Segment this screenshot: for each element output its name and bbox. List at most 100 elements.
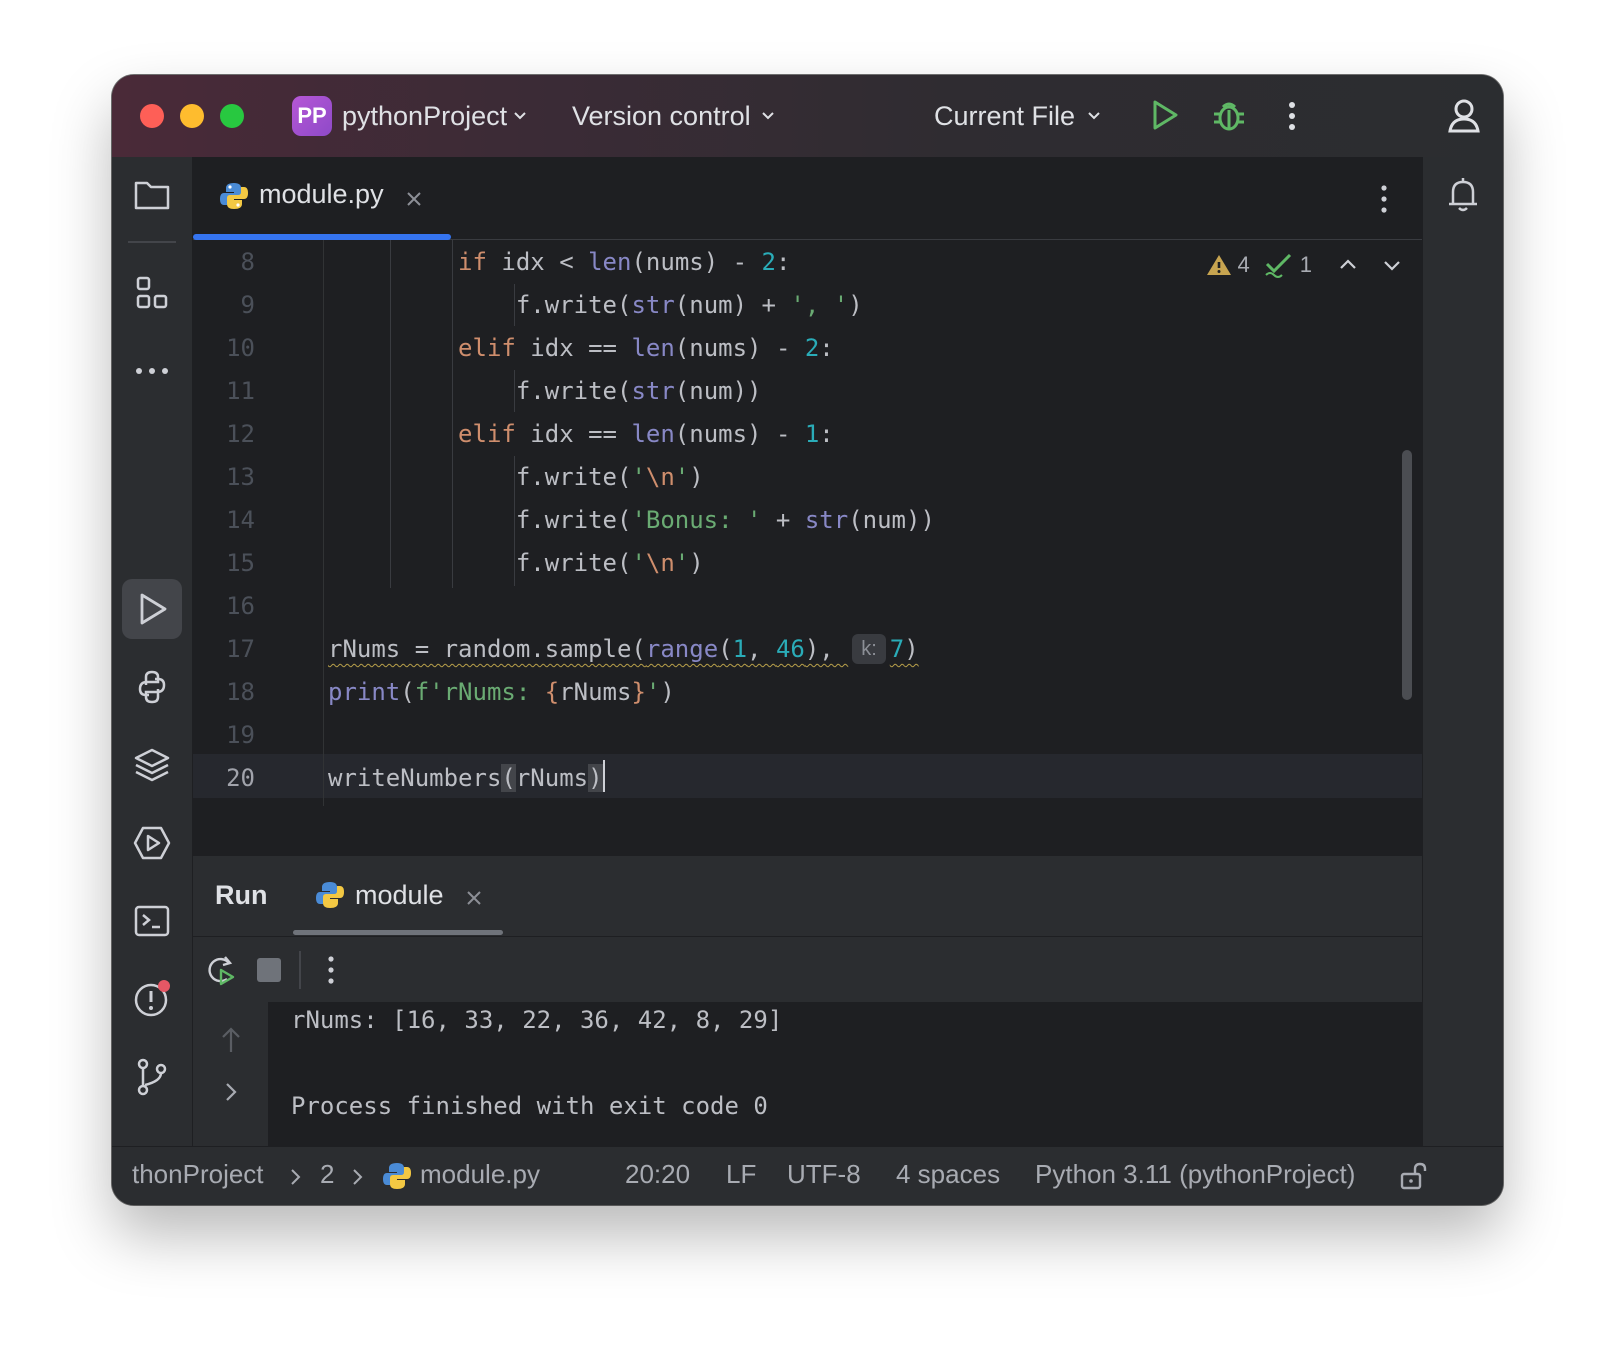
inspection-widget[interactable]: 4 1 [1206,250,1405,280]
line-number: 18 [226,678,255,706]
line-number: 15 [226,549,255,577]
breadcrumb-file[interactable]: module.py [420,1159,540,1190]
python-file-icon [220,183,248,209]
run-tool-window: Run module rNums: [16, 33, 22, 36, 42, 8… [193,855,1422,1147]
check-icon [1265,253,1291,278]
notifications-button[interactable] [1443,175,1483,215]
caret-position[interactable]: 20:20 [625,1159,690,1190]
close-icon[interactable] [465,889,483,907]
console-output[interactable]: rNums: [16, 33, 22, 36, 42, 8, 29] Proce… [193,1002,1422,1147]
line-number-current: 20 [226,764,255,792]
code-line: print(f'rNums: {rNums}') [328,678,675,706]
close-window-button[interactable] [140,104,164,128]
line-number: 14 [226,506,255,534]
code-line: f.write('\n') [328,549,704,577]
project-badge[interactable]: PP [292,96,332,136]
line-number: 8 [240,248,255,276]
chevron-right-icon [353,1169,363,1185]
run-configuration-selector[interactable]: Current File [934,99,1075,133]
warning-count: 4 [1237,252,1250,277]
python-console-tool-button[interactable] [132,667,172,707]
indent-setting[interactable]: 4 spaces [896,1159,1000,1190]
more-actions-icon[interactable] [321,953,341,987]
line-number: 12 [226,420,255,448]
problems-tool-button[interactable] [132,979,172,1019]
line-number: 9 [240,291,255,319]
bell-icon [1449,178,1477,212]
editor-tab-bar: module.py [193,157,1422,240]
chevron-down-icon[interactable] [1086,108,1102,124]
code-line: if idx < len(nums) - 2: [458,248,791,276]
version-control-menu[interactable]: Version control [572,99,751,133]
zoom-window-button[interactable] [220,104,244,128]
file-encoding[interactable]: UTF-8 [787,1159,861,1190]
tab-options-icon[interactable] [1374,182,1394,216]
code-line: f.write(str(num) + ', ') [328,291,863,319]
rerun-icon[interactable] [203,953,237,987]
python-file-icon [383,1163,411,1189]
warning-icon [1206,255,1231,275]
problems-icon [134,980,170,1017]
run-toolbar [193,936,1422,1003]
folder-icon [134,181,170,210]
chevron-down-icon[interactable] [760,108,776,124]
arrow-up-icon[interactable] [219,1026,243,1054]
toolbar-separator [299,951,301,989]
line-number: 10 [226,334,255,362]
python-console-icon [138,670,166,704]
more-actions-icon[interactable] [1282,97,1302,135]
ide-window: PP pythonProject Version control Current… [112,75,1503,1205]
close-icon[interactable] [405,190,423,208]
parameter-hint: k: [852,634,886,664]
layers-icon [134,748,170,782]
breadcrumb-project[interactable]: thonProject [132,1159,264,1190]
code-line: f.write('Bonus: ' + str(num)) [328,506,935,534]
run-tab-indicator [293,930,503,935]
python-interpreter[interactable]: Python 3.11 (pythonProject) [1035,1159,1355,1190]
line-number-gutter: 8 9 10 11 12 13 14 15 16 17 18 19 20 [193,240,324,806]
git-tool-button[interactable] [132,1057,172,1097]
text-caret [602,760,605,792]
more-tools-button[interactable] [132,351,172,391]
debug-icon[interactable] [1210,97,1248,135]
run-icon[interactable] [1146,97,1182,133]
code-line: f.write('\n') [328,463,704,491]
lock-icon[interactable] [1398,1160,1430,1192]
run-tool-button[interactable] [132,589,172,629]
structure-tool-button[interactable] [132,273,172,313]
code-line: elif idx == len(nums) - 2: [458,334,834,362]
run-icon [140,593,167,625]
console-line: rNums: [16, 33, 22, 36, 42, 8, 29] [291,1006,783,1034]
line-number: 17 [226,635,255,663]
project-selector[interactable]: pythonProject [342,99,507,133]
terminal-tool-button[interactable] [132,901,172,941]
run-tab-label: module [355,880,444,910]
user-icon[interactable] [1442,97,1482,135]
code-editor[interactable]: 8 9 10 11 12 13 14 15 16 17 18 19 20 if … [193,240,1422,806]
structure-icon [136,276,168,309]
chevron-right-icon [291,1169,301,1185]
left-tool-strip [112,157,193,1147]
line-separator[interactable]: LF [726,1159,756,1190]
right-tool-strip [1422,157,1503,1147]
project-tool-button[interactable] [132,175,172,215]
title-bar: PP pythonProject Version control Current… [112,75,1503,157]
editor-scrollbar[interactable] [1402,450,1412,700]
more-icon [136,368,168,374]
tab-label: module.py [259,179,384,209]
minimize-window-button[interactable] [180,104,204,128]
console-gutter [193,1002,268,1147]
python-packages-tool-button[interactable] [132,745,172,785]
code-line: f.write(str(num)) [328,377,762,405]
chevron-down-icon[interactable] [1380,253,1404,277]
chevron-up-icon[interactable] [1336,253,1360,277]
services-icon [133,826,171,860]
chevron-right-icon[interactable] [221,1080,241,1104]
line-number: 13 [226,463,255,491]
line-number: 16 [226,592,255,620]
chevron-down-icon[interactable] [512,108,528,124]
services-tool-button[interactable] [132,823,172,863]
line-number: 11 [226,377,255,405]
stop-icon[interactable] [256,957,282,983]
breadcrumb-folder[interactable]: 2 [320,1159,334,1190]
